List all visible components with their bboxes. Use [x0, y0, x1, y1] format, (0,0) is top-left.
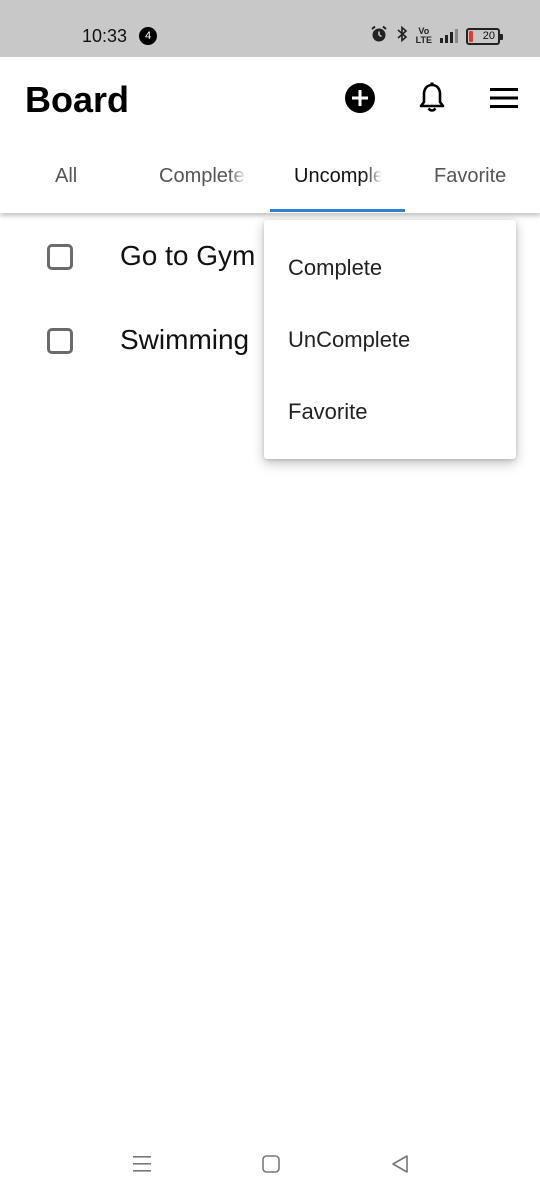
task-label: Go to Gym — [120, 240, 256, 271]
tab-favorite[interactable]: Favorite — [434, 141, 524, 213]
hamburger-menu-icon — [488, 86, 520, 115]
signal-icon — [440, 29, 458, 43]
tab-all[interactable]: All — [55, 141, 115, 213]
recent-apps-icon — [131, 1153, 153, 1180]
tab-complete[interactable]: Complete — [159, 141, 247, 213]
volte-icon: Vo LTE — [415, 26, 432, 45]
recent-apps-button[interactable] — [122, 1146, 162, 1186]
status-bar: 10:33 4 Vo LTE 20 — [0, 0, 540, 57]
home-icon — [260, 1153, 282, 1180]
back-icon — [389, 1153, 411, 1180]
add-button[interactable] — [342, 82, 378, 118]
notifications-button[interactable] — [414, 82, 450, 118]
system-nav-bar — [0, 1132, 540, 1200]
back-button[interactable] — [380, 1146, 420, 1186]
battery-icon: 20 — [466, 27, 503, 45]
menu-button[interactable] — [486, 82, 522, 118]
menu-item-uncomplete[interactable]: UnComplete — [264, 304, 516, 376]
tab-selected-indicator — [270, 209, 405, 212]
notification-count-badge: 4 — [139, 27, 157, 45]
status-time: 10:33 — [82, 26, 128, 46]
page-title: Board — [25, 79, 130, 120]
popup-menu: Complete UnComplete Favorite — [264, 220, 516, 459]
home-button[interactable] — [251, 1146, 291, 1186]
tab-uncomplete[interactable]: Uncomplete — [294, 141, 382, 213]
bluetooth-icon — [396, 25, 408, 48]
tab-bar: All Complete Uncomplete Favorite — [0, 141, 540, 213]
add-circle-icon — [344, 82, 376, 119]
task-label: Swimming — [120, 324, 250, 355]
menu-item-complete[interactable]: Complete — [264, 232, 516, 304]
status-icons: Vo LTE 20 — [370, 24, 503, 48]
task-checkbox[interactable] — [47, 328, 73, 354]
bell-icon — [418, 82, 446, 119]
menu-item-favorite[interactable]: Favorite — [264, 376, 516, 448]
alarm-icon — [370, 25, 388, 48]
task-checkbox[interactable] — [47, 244, 73, 270]
app-bar: Board — [0, 57, 540, 141]
